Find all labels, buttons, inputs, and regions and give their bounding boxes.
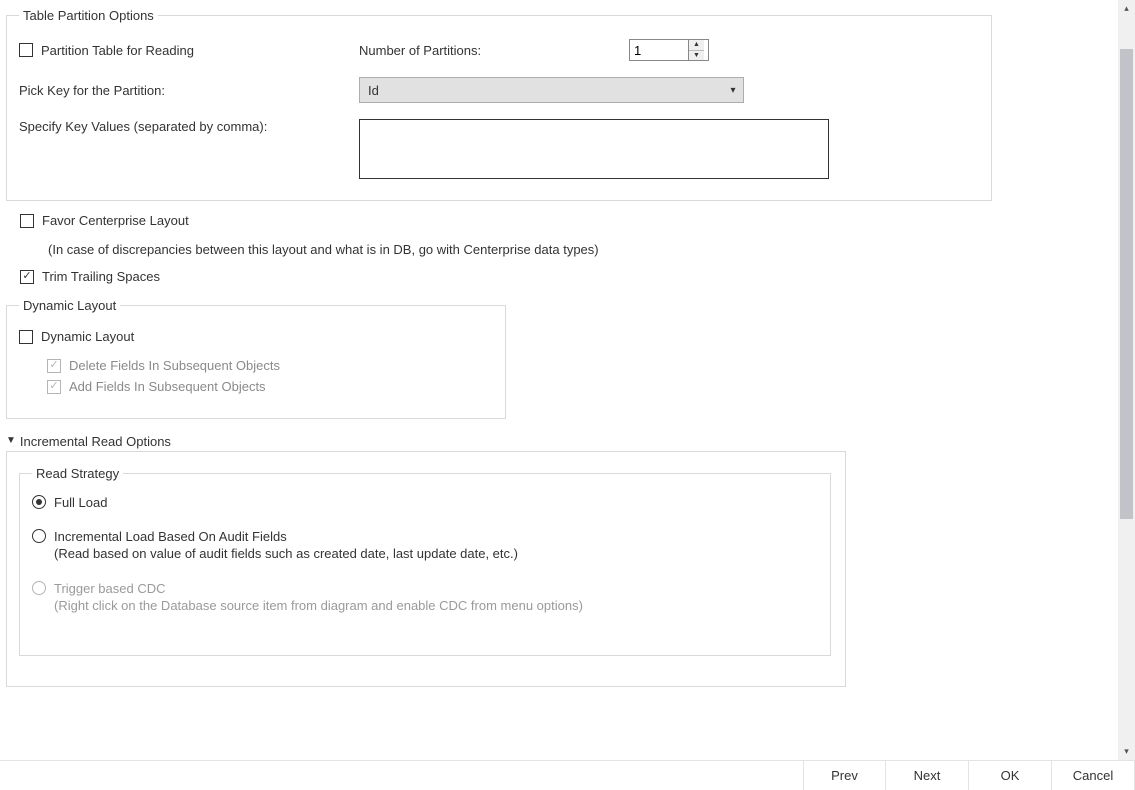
dynamic-layout-label: Dynamic Layout [41, 329, 134, 344]
add-fields-checkbox [47, 380, 61, 394]
prev-button[interactable]: Prev [803, 761, 886, 790]
ok-button[interactable]: OK [969, 761, 1052, 790]
spin-down-icon[interactable]: ▼ [689, 51, 704, 61]
pick-key-selected-text: Id [360, 83, 723, 98]
dynamic-layout-legend: Dynamic Layout [19, 298, 120, 313]
key-values-textarea[interactable] [359, 119, 829, 179]
scrollbar-thumb[interactable] [1120, 49, 1133, 519]
key-values-label: Specify Key Values (separated by comma): [19, 119, 359, 134]
full-load-label: Full Load [54, 495, 107, 512]
content-area: Table Partition Options Partition Table … [0, 0, 1118, 760]
incremental-load-radio[interactable] [32, 529, 46, 543]
table-partition-options-legend: Table Partition Options [19, 8, 158, 23]
vertical-scrollbar[interactable]: ▴ ▾ [1118, 0, 1135, 760]
favor-centerprise-note: (In case of discrepancies between this l… [48, 242, 1108, 257]
partition-table-label: Partition Table for Reading [41, 43, 194, 58]
spin-up-icon[interactable]: ▲ [689, 40, 704, 51]
read-strategy-group: Read Strategy Full Load Incremental Load… [19, 466, 831, 656]
favor-centerprise-label: Favor Centerprise Layout [42, 213, 189, 228]
trigger-cdc-sub: (Right click on the Database source item… [54, 598, 583, 615]
dynamic-layout-group: Dynamic Layout Dynamic Layout Delete Fie… [6, 298, 506, 419]
incremental-read-group: Read Strategy Full Load Incremental Load… [6, 451, 846, 687]
scroll-down-arrow-icon[interactable]: ▾ [1118, 743, 1135, 760]
trigger-cdc-radio [32, 581, 46, 595]
incremental-read-label: Incremental Read Options [20, 434, 171, 449]
read-strategy-legend: Read Strategy [32, 466, 123, 481]
scroll-up-arrow-icon[interactable]: ▴ [1118, 0, 1135, 17]
chevron-down-icon: ▾ [723, 85, 743, 96]
pick-key-label: Pick Key for the Partition: [19, 83, 359, 98]
trim-trailing-label: Trim Trailing Spaces [42, 269, 160, 284]
add-fields-label: Add Fields In Subsequent Objects [69, 379, 266, 394]
cancel-button[interactable]: Cancel [1052, 761, 1135, 790]
dynamic-layout-checkbox[interactable] [19, 330, 33, 344]
next-button[interactable]: Next [886, 761, 969, 790]
table-partition-options-group: Table Partition Options Partition Table … [6, 8, 992, 201]
delete-fields-label: Delete Fields In Subsequent Objects [69, 358, 280, 373]
favor-centerprise-checkbox[interactable] [20, 214, 34, 228]
pick-key-select[interactable]: Id ▾ [359, 77, 744, 103]
incremental-load-label: Incremental Load Based On Audit Fields [54, 529, 518, 546]
trigger-cdc-label: Trigger based CDC [54, 581, 583, 598]
incremental-read-toggle[interactable]: ▼ Incremental Read Options [6, 434, 171, 449]
num-partitions-label: Number of Partitions: [359, 43, 629, 58]
incremental-load-sub: (Read based on value of audit fields suc… [54, 546, 518, 563]
triangle-down-icon: ▼ [6, 436, 16, 446]
partition-table-checkbox[interactable] [19, 43, 33, 57]
num-partitions-stepper[interactable]: ▲ ▼ [629, 39, 709, 61]
delete-fields-checkbox [47, 359, 61, 373]
scrollbar-track[interactable] [1118, 17, 1135, 743]
num-partitions-spin-buttons[interactable]: ▲ ▼ [688, 40, 704, 60]
num-partitions-input[interactable] [630, 40, 688, 60]
full-load-radio[interactable] [32, 495, 46, 509]
dialog-button-bar: Prev Next OK Cancel [0, 760, 1135, 790]
dialog-window: Table Partition Options Partition Table … [0, 0, 1135, 790]
trim-trailing-checkbox[interactable] [20, 270, 34, 284]
